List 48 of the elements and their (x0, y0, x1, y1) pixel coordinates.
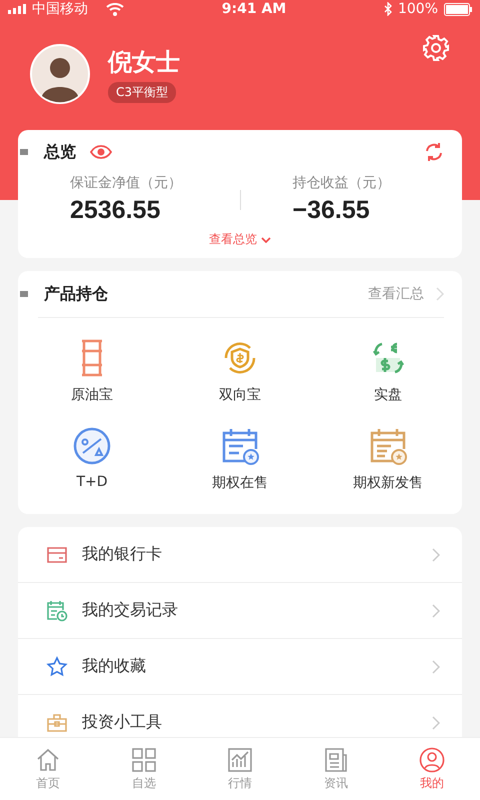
carrier-label: 中国移动 (32, 0, 88, 18)
news-icon (323, 746, 349, 772)
clock-time: 9:41 AM (222, 1, 286, 17)
product-item[interactable]: T+D (18, 426, 166, 492)
toolbox-icon (46, 712, 68, 734)
home-icon (35, 746, 61, 772)
stat-value: 2536.55 (70, 196, 162, 225)
chevron-right-icon (436, 287, 444, 301)
calendar-star-icon (368, 426, 408, 466)
chevron-right-icon (432, 548, 440, 562)
product-item[interactable]: 实盘 (314, 338, 462, 404)
product-item[interactable]: 期权在售 (166, 426, 314, 492)
refresh-icon[interactable] (424, 142, 444, 162)
section-title: 产品持仓 (44, 284, 108, 304)
bluetooth-icon (384, 2, 392, 16)
calendar-clock-icon (46, 600, 68, 622)
battery-percent: 100% (398, 1, 438, 17)
chevron-right-icon (432, 660, 440, 674)
user-icon (419, 746, 445, 772)
product-item[interactable]: 原油宝 (18, 338, 166, 404)
product-item[interactable]: 双向宝 (166, 338, 314, 404)
star-icon (46, 656, 68, 678)
battery-icon (444, 2, 472, 16)
percent-circle-icon (72, 426, 112, 466)
eye-icon[interactable] (90, 145, 112, 159)
user-name: 倪女士 (108, 46, 180, 78)
wifi-icon (106, 2, 124, 16)
tab-item[interactable]: 我的 (384, 738, 480, 800)
stat-label: 保证金净值（元） (70, 174, 183, 192)
settings-icon[interactable] (422, 34, 450, 62)
stat-value: −36.55 (292, 196, 371, 225)
section-marker (20, 149, 28, 155)
chart-icon (227, 746, 253, 772)
chevron-right-icon (432, 604, 440, 618)
section-title: 总览 (44, 142, 76, 162)
section-marker (20, 291, 28, 297)
signal-icon (8, 4, 26, 14)
risk-level-badge: C3平衡型 (108, 82, 176, 102)
calendar-star-icon (220, 426, 260, 466)
avatar[interactable] (30, 44, 90, 104)
chevron-down-icon (261, 236, 271, 242)
chevron-right-icon (432, 716, 440, 730)
stat-label: 持仓收益（元） (292, 174, 392, 192)
grid-icon (131, 746, 157, 772)
product-item[interactable]: 期权新发售 (314, 426, 462, 492)
menu-item[interactable]: 我的交易记录 (18, 583, 462, 639)
menu-item[interactable]: 我的收藏 (18, 639, 462, 695)
menu-item[interactable]: 我的银行卡 (18, 527, 462, 583)
